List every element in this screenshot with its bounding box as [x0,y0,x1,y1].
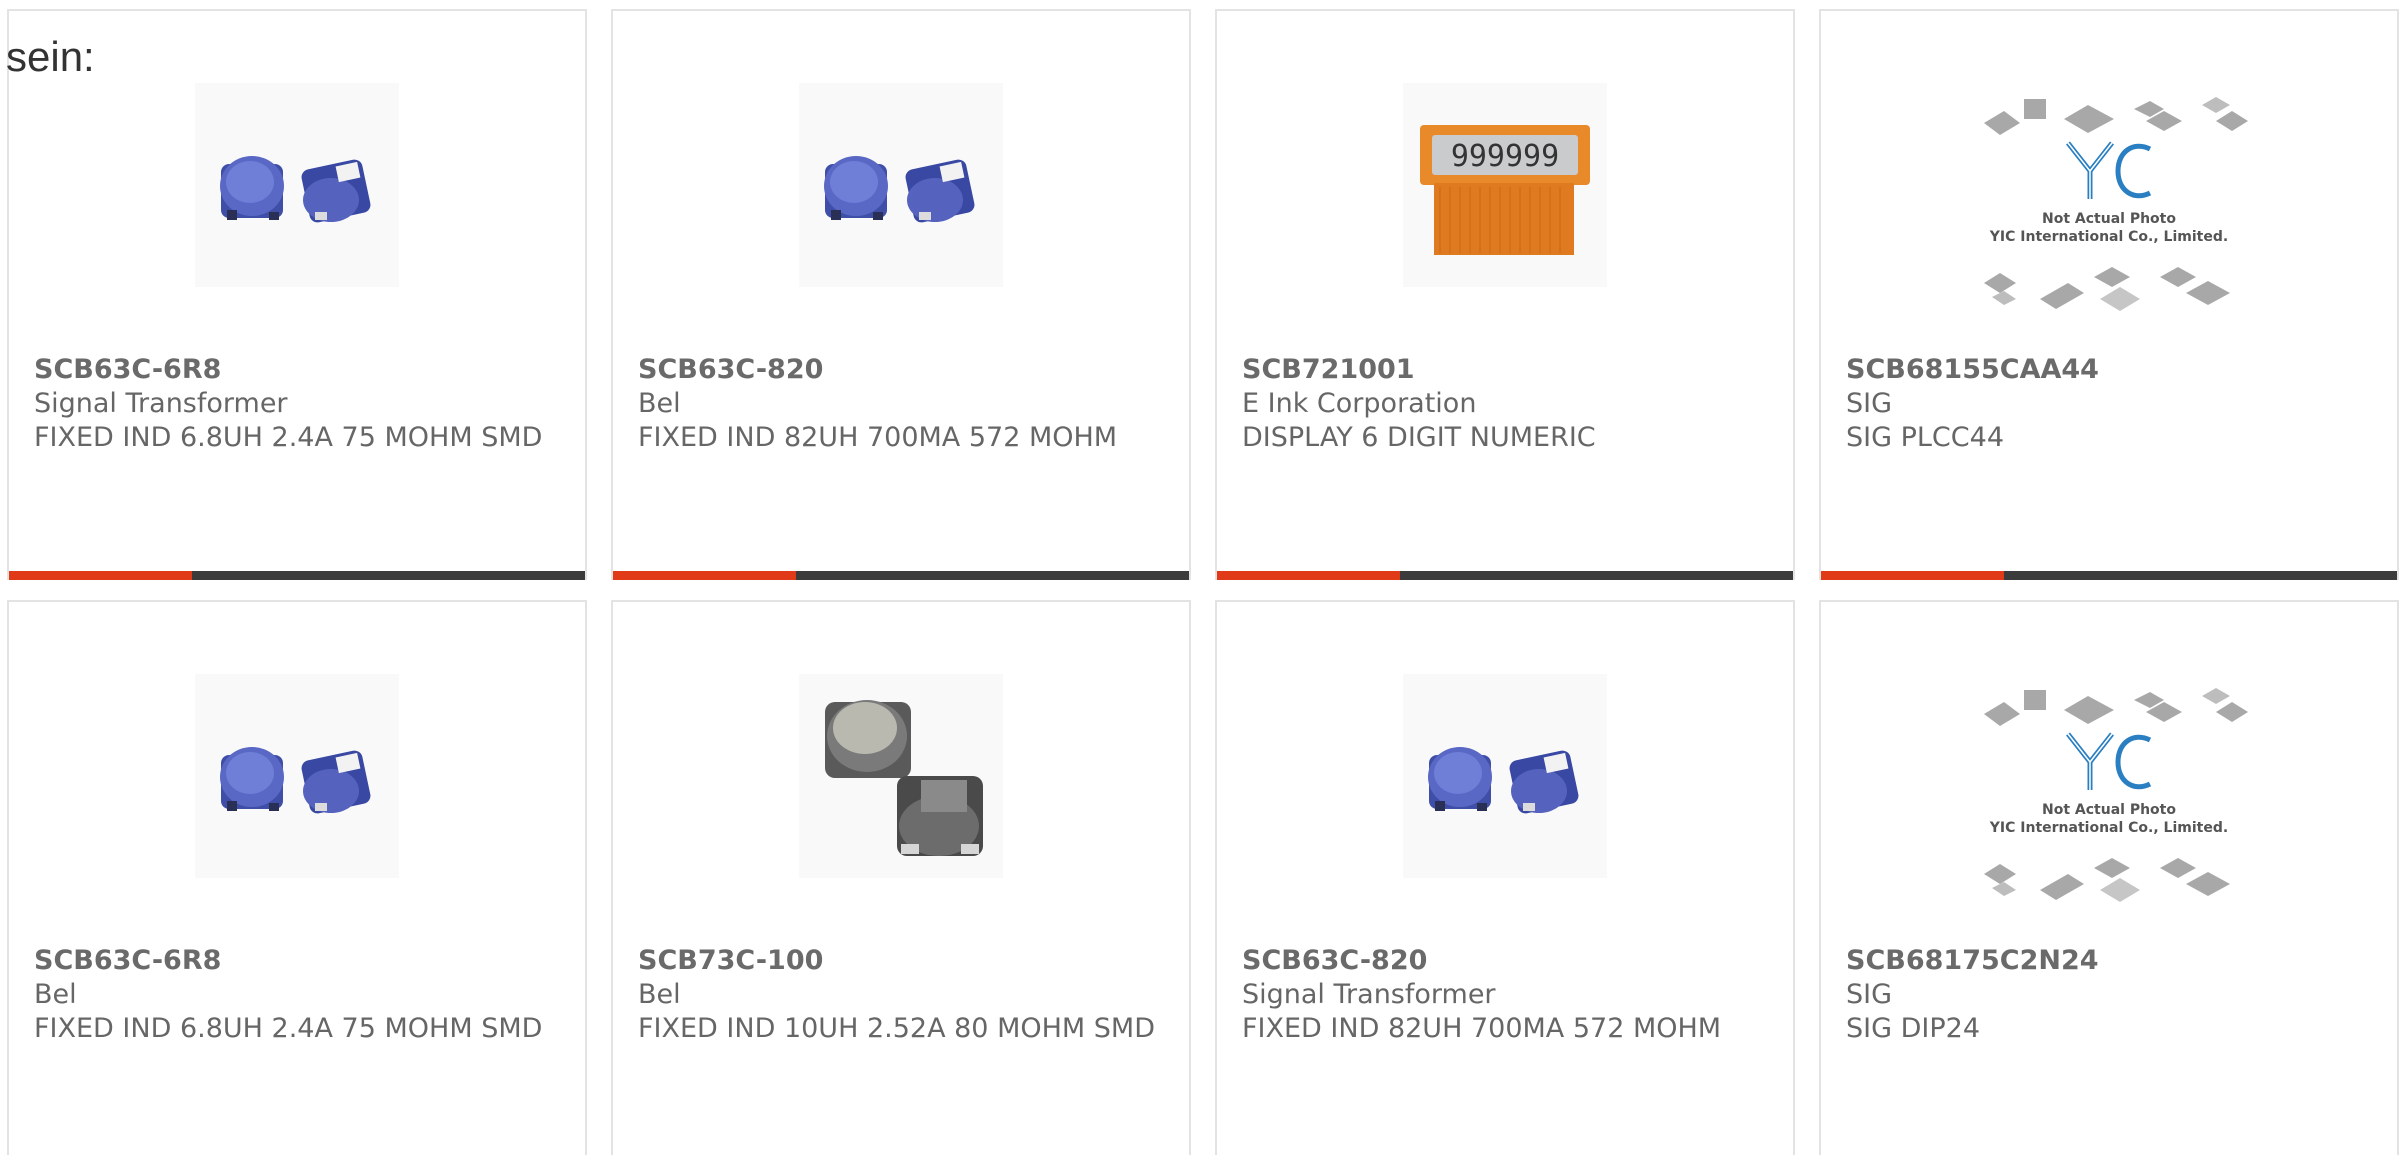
manufacturer: Bel [638,979,681,1010]
product-image-blue-inductor[interactable] [195,674,399,878]
display-digits: 999999 [1451,139,1559,174]
placeholder-caption-line2: YIC International Co., Limited. [1989,229,2228,245]
grey-inductor-graphic [825,700,983,856]
product-card[interactable]: 999999 SCB721001 E Ink Corporation DISPL… [1215,9,1795,580]
product-image-numeric-display[interactable]: 999999 [1403,83,1607,287]
manufacturer: Signal Transformer [34,388,288,419]
description: DISPLAY 6 DIGIT NUMERIC [1242,422,1596,453]
card-bar-accent [9,571,192,580]
description: SIG PLCC44 [1846,422,2004,453]
numeric-display-graphic: 999999 [1420,125,1590,255]
description: FIXED IND 6.8UH 2.4A 75 MOHM SMD [34,1013,543,1044]
card-bottom-bar [1821,571,2397,580]
blue-inductor-graphic [220,747,371,814]
product-card[interactable]: Not Actual Photo YIC International Co., … [1819,9,2399,580]
description: SIG DIP24 [1846,1013,1980,1044]
description: FIXED IND 6.8UH 2.4A 75 MOHM SMD [34,422,543,453]
description: FIXED IND 82UH 700MA 572 MOHM [1242,1013,1722,1044]
blue-inductor-graphic [824,156,975,223]
manufacturer: Bel [34,979,77,1010]
product-grid: SCB63C-6R8 Signal Transformer FIXED IND … [7,9,2400,1155]
blue-inductor-graphic [220,156,371,223]
product-info: SCB63C-6R8 Signal Transformer FIXED IND … [34,353,565,455]
product-card[interactable]: SCB73C-100 Bel FIXED IND 10UH 2.52A 80 M… [611,600,1191,1155]
description: FIXED IND 82UH 700MA 572 MOHM [638,422,1118,453]
part-number-link[interactable]: SCB721001 [1242,353,1773,387]
product-image-blue-inductor[interactable] [799,83,1003,287]
card-bar-accent [1821,571,2004,580]
placeholder-caption-line1: Not Actual Photo [2042,802,2176,818]
placeholder-graphic: Not Actual Photo YIC International Co., … [1984,97,2248,311]
product-card[interactable]: SCB63C-820 Bel FIXED IND 82UH 700MA 572 … [611,9,1191,580]
product-info: SCB68175C2N24 SIG SIG DIP24 [1846,944,2377,1046]
part-number-link[interactable]: SCB68155CAA44 [1846,353,2377,387]
part-number-link[interactable]: SCB63C-6R8 [34,353,565,387]
product-info: SCB68155CAA44 SIG SIG PLCC44 [1846,353,2377,455]
manufacturer: Bel [638,388,681,419]
product-image-blue-inductor[interactable] [1403,674,1607,878]
part-number-link[interactable]: SCB68175C2N24 [1846,944,2377,978]
part-number-link[interactable]: SCB63C-6R8 [34,944,565,978]
product-image-placeholder[interactable]: Not Actual Photo YIC International Co., … [1964,678,2254,914]
placeholder-graphic: Not Actual Photo YIC International Co., … [1984,688,2248,902]
manufacturer: SIG [1846,979,1893,1010]
part-number-link[interactable]: SCB63C-820 [1242,944,1773,978]
lead-text: sein: [6,33,95,80]
card-bar-accent [613,571,796,580]
product-info: SCB63C-6R8 Bel FIXED IND 6.8UH 2.4A 75 M… [34,944,565,1046]
product-grid-page: sein: SCB63C-6R8 Signal Transformer FIXE… [0,0,2400,1155]
product-card[interactable]: Not Actual Photo YIC International Co., … [1819,600,2399,1155]
placeholder-caption-line1: Not Actual Photo [2042,211,2176,227]
product-card[interactable]: SCB63C-6R8 Bel FIXED IND 6.8UH 2.4A 75 M… [7,600,587,1155]
card-bottom-bar [613,571,1189,580]
card-bottom-bar [9,571,585,580]
placeholder-caption-line2: YIC International Co., Limited. [1989,820,2228,836]
product-image-grey-inductor[interactable] [799,674,1003,878]
product-image-placeholder[interactable]: Not Actual Photo YIC International Co., … [1964,87,2254,323]
card-bar-accent [1217,571,1400,580]
product-card[interactable]: SCB63C-820 Signal Transformer FIXED IND … [1215,600,1795,1155]
part-number-link[interactable]: SCB73C-100 [638,944,1169,978]
manufacturer: E Ink Corporation [1242,388,1477,419]
product-image-blue-inductor[interactable] [195,83,399,287]
description: FIXED IND 10UH 2.52A 80 MOHM SMD [638,1013,1156,1044]
product-card[interactable]: SCB63C-6R8 Signal Transformer FIXED IND … [7,9,587,580]
product-info: SCB721001 E Ink Corporation DISPLAY 6 DI… [1242,353,1773,455]
product-info: SCB63C-820 Bel FIXED IND 82UH 700MA 572 … [638,353,1169,455]
blue-inductor-graphic [1428,747,1579,814]
manufacturer: SIG [1846,388,1893,419]
product-info: SCB63C-820 Signal Transformer FIXED IND … [1242,944,1773,1046]
card-bottom-bar [1217,571,1793,580]
product-info: SCB73C-100 Bel FIXED IND 10UH 2.52A 80 M… [638,944,1169,1046]
manufacturer: Signal Transformer [1242,979,1496,1010]
part-number-link[interactable]: SCB63C-820 [638,353,1169,387]
